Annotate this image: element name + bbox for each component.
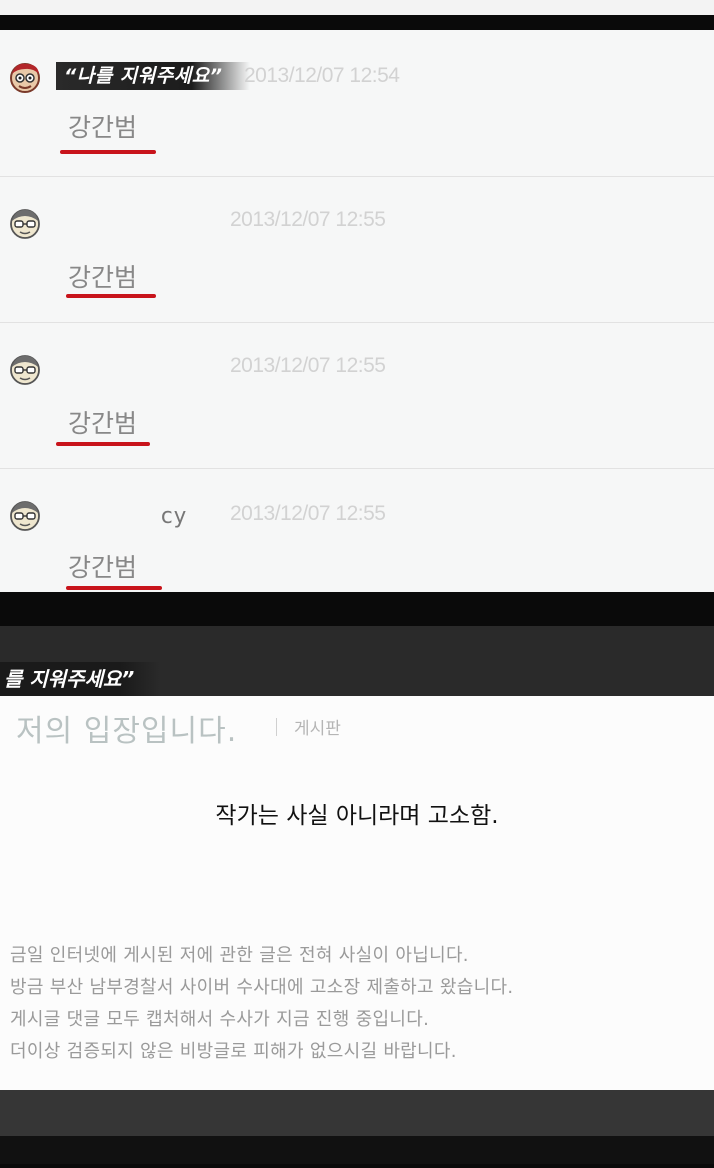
- statement-line: 게시글 댓글 모두 캡처해서 수사가 지금 진행 중입니다.: [10, 1009, 430, 1030]
- comment-text: 강간범: [68, 263, 138, 292]
- comment-timestamp: 2013/12/07 12:55: [230, 208, 386, 231]
- avatar-icon: [10, 355, 40, 385]
- comment-text: 강간범: [68, 113, 138, 142]
- statement-line: 금일 인터넷에 게시된 저에 관한 글은 전혀 사실이 아닙니다.: [10, 945, 469, 966]
- title-divider: [276, 718, 277, 736]
- statement-panel: 를 지워주세요” 저의 입장입니다. 게시판 작가는 사실 아니라며 고소함. …: [0, 626, 714, 1164]
- page-title: 저의 입장입니다.: [16, 714, 238, 749]
- broadcast-caption: “나를 지워주세요”: [56, 62, 251, 90]
- avatar-icon: [10, 209, 40, 239]
- comment-item: 2013/12/07 12:55 강간범: [0, 176, 714, 323]
- statement-line: 방금 부산 남부경찰서 사이버 수사대에 고소장 제출하고 왔습니다.: [10, 977, 514, 998]
- statement-page: 저의 입장입니다. 게시판 작가는 사실 아니라며 고소함. 금일 인터넷에 게…: [0, 696, 714, 1090]
- red-underline: [56, 442, 150, 446]
- top-strip: [0, 0, 714, 15]
- board-link[interactable]: 게시판: [294, 714, 341, 739]
- footer-band: [0, 1090, 714, 1136]
- red-underline: [60, 150, 156, 154]
- comment-author: cy: [160, 504, 187, 529]
- comment-text: 강간범: [68, 409, 138, 438]
- statement-body: 금일 인터넷에 게시된 저에 관한 글은 전혀 사실이 아닙니다. 방금 부산 …: [10, 940, 700, 1068]
- comment-timestamp: 2013/12/07 12:55: [230, 354, 386, 377]
- comment-timestamp: 2013/12/07 12:54: [244, 64, 400, 87]
- comment-list-panel: “나를 지워주세요” 2013/12/07 12:54 강간범 2013/12/…: [0, 30, 714, 592]
- comment-item: 2013/12/07 12:55 강간범: [0, 322, 714, 469]
- avatar-icon: [10, 63, 40, 93]
- statement-line: 더이상 검증되지 않은 비방글로 피해가 없으시길 바랍니다.: [10, 1041, 457, 1062]
- overlay-caption: 작가는 사실 아니라며 고소함.: [215, 803, 499, 829]
- comment-item: cy 2013/12/07 12:55 강간범: [0, 468, 714, 592]
- red-underline: [66, 586, 162, 590]
- red-underline: [66, 294, 156, 298]
- avatar-icon: [10, 501, 40, 531]
- comment-text: 강간범: [68, 553, 138, 582]
- comment-item: “나를 지워주세요” 2013/12/07 12:54 강간범: [0, 30, 714, 177]
- broadcast-caption: 를 지워주세요”: [0, 662, 161, 696]
- comment-timestamp: 2013/12/07 12:55: [230, 502, 386, 525]
